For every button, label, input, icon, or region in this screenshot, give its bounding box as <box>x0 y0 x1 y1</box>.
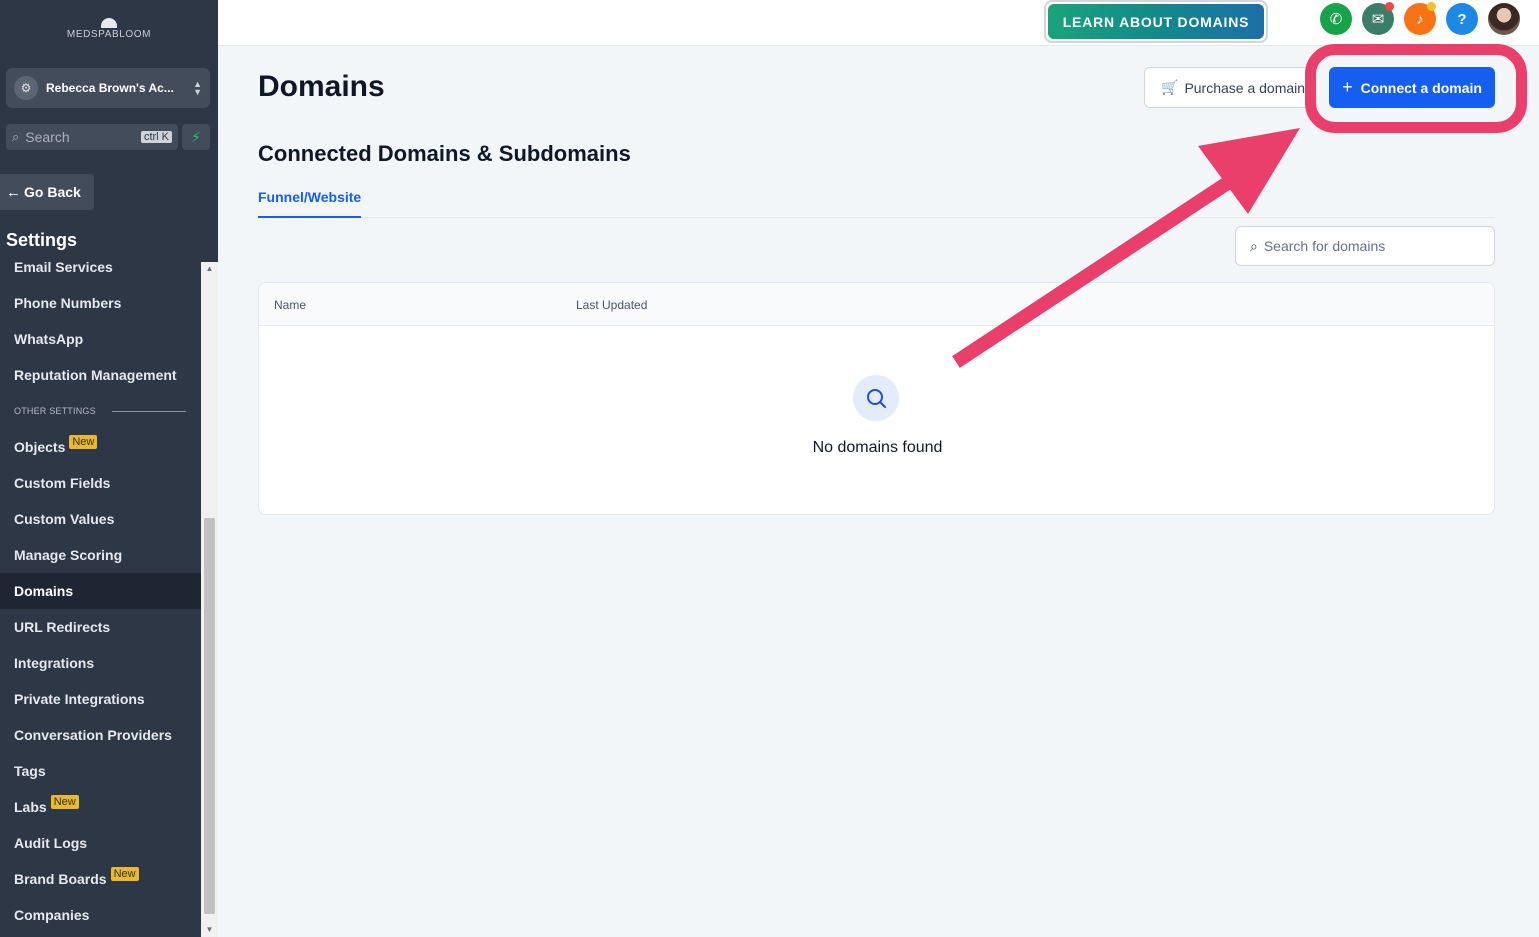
sidebar-item-labs[interactable]: Labs New <box>0 789 201 825</box>
user-avatar[interactable] <box>1488 3 1520 35</box>
purchase-domain-label: Purchase a domain <box>1184 79 1306 96</box>
domain-search[interactable]: ⌕ <box>1235 226 1495 266</box>
section-divider <box>111 410 186 412</box>
account-switcher[interactable]: ⚙ Rebecca Brown's Ac... ▲ ▼ <box>6 68 210 108</box>
sidebar: MEDSPABLOOM ⚙ Rebecca Brown's Ac... ▲ ▼ ⌕… <box>0 0 218 937</box>
scrollbar-thumb[interactable] <box>204 518 215 914</box>
new-badge: New <box>110 867 139 881</box>
top-bar: LEARN ABOUT DOMAINS ✆ ✉ ♪ ? <box>218 0 1539 46</box>
new-badge: New <box>50 795 79 809</box>
sidebar-item-audit-logs[interactable]: Audit Logs <box>0 825 201 861</box>
learn-about-domains-label: LEARN ABOUT DOMAINS <box>1048 4 1264 39</box>
bell-icon[interactable]: ♪ <box>1404 2 1436 35</box>
cart-icon: 🛒 <box>1161 79 1179 95</box>
logo-dome-icon <box>101 18 117 28</box>
sidebar-scrollbar[interactable]: ▲ ▼ <box>201 262 218 937</box>
table-header: Name Last Updated <box>259 283 1494 326</box>
column-header-last-updated[interactable]: Last Updated <box>576 298 647 312</box>
nav-section-other-settings: OTHER SETTINGS <box>0 393 201 429</box>
sidebar-item-reputation-management[interactable]: Reputation Management <box>0 357 201 393</box>
search-shortcut: ctrl K <box>140 131 172 143</box>
column-header-name[interactable]: Name <box>274 298 306 312</box>
empty-search-icon <box>853 375 899 421</box>
sidebar-search[interactable]: ⌕ Search ctrl K <box>6 124 178 150</box>
sidebar-item-custom-fields[interactable]: Custom Fields <box>0 465 201 501</box>
sidebar-item-manage-scoring[interactable]: Manage Scoring <box>0 537 201 573</box>
search-icon: ⌕ <box>1250 237 1258 254</box>
sidebar-item-companies[interactable]: Companies <box>0 897 201 933</box>
page-title: Domains <box>258 70 385 103</box>
account-icon: ⚙ <box>14 76 38 100</box>
go-back-button[interactable]: ← Go Back <box>0 174 94 210</box>
megaphone-icon[interactable]: ✉ <box>1362 2 1394 35</box>
search-icon: ⌕ <box>12 129 20 144</box>
sidebar-item-objects[interactable]: Objects New <box>0 429 201 465</box>
quick-actions-button[interactable]: ⚡ <box>182 124 210 150</box>
go-back-label: Go Back <box>24 184 81 200</box>
tab-funnel-website[interactable]: Funnel/Website <box>258 183 362 218</box>
sidebar-item-url-redirects[interactable]: URL Redirects <box>0 609 201 645</box>
sidebar-item-private-integrations[interactable]: Private Integrations <box>0 681 201 717</box>
logo-text: MEDSPABLOOM <box>66 29 152 40</box>
account-name: Rebecca Brown's Ac... <box>46 81 174 95</box>
brand-logo[interactable]: MEDSPABLOOM <box>0 18 218 40</box>
chevron-up-down-icon: ▲ ▼ <box>193 79 202 97</box>
sidebar-item-whatsapp[interactable]: WhatsApp <box>0 321 201 357</box>
notification-dot <box>1427 2 1436 11</box>
scroll-up-arrow-icon[interactable]: ▲ <box>201 262 218 276</box>
sidebar-item-brand-boards[interactable]: Brand Boards New <box>0 861 201 897</box>
domain-tabs: Funnel/Website <box>258 183 1495 218</box>
annotation-highlight-box <box>1305 44 1527 133</box>
bolt-icon: ⚡ <box>191 128 201 145</box>
sidebar-item-phone-numbers[interactable]: Phone Numbers <box>0 285 201 321</box>
arrow-left-icon: ← <box>6 183 21 201</box>
sidebar-item-conversation-providers[interactable]: Conversation Providers <box>0 717 201 753</box>
sidebar-item-custom-values[interactable]: Custom Values <box>0 501 201 537</box>
settings-nav: Email Services Phone Numbers WhatsApp Re… <box>0 249 201 933</box>
phone-icon[interactable]: ✆ <box>1320 3 1352 35</box>
new-badge: New <box>69 435 98 449</box>
domain-search-input[interactable] <box>1263 238 1474 254</box>
domains-table: Name Last Updated No domains found <box>258 282 1495 515</box>
sidebar-item-tags[interactable]: Tags <box>0 753 201 789</box>
help-icon[interactable]: ? <box>1446 3 1478 35</box>
sidebar-search-label: Search <box>25 129 70 145</box>
sidebar-item-email-services[interactable]: Email Services <box>0 249 201 285</box>
notification-dot <box>1385 2 1394 11</box>
sidebar-item-integrations[interactable]: Integrations <box>0 645 201 681</box>
settings-title: Settings <box>6 230 78 250</box>
purchase-domain-button[interactable]: 🛒 Purchase a domain <box>1144 67 1314 108</box>
learn-about-domains-button[interactable]: LEARN ABOUT DOMAINS <box>1044 0 1268 43</box>
sidebar-item-domains[interactable]: Domains <box>0 573 201 609</box>
section-title: Connected Domains & Subdomains <box>258 141 631 166</box>
empty-state-text: No domains found <box>812 439 943 456</box>
scroll-down-arrow-icon[interactable]: ▼ <box>201 923 218 937</box>
